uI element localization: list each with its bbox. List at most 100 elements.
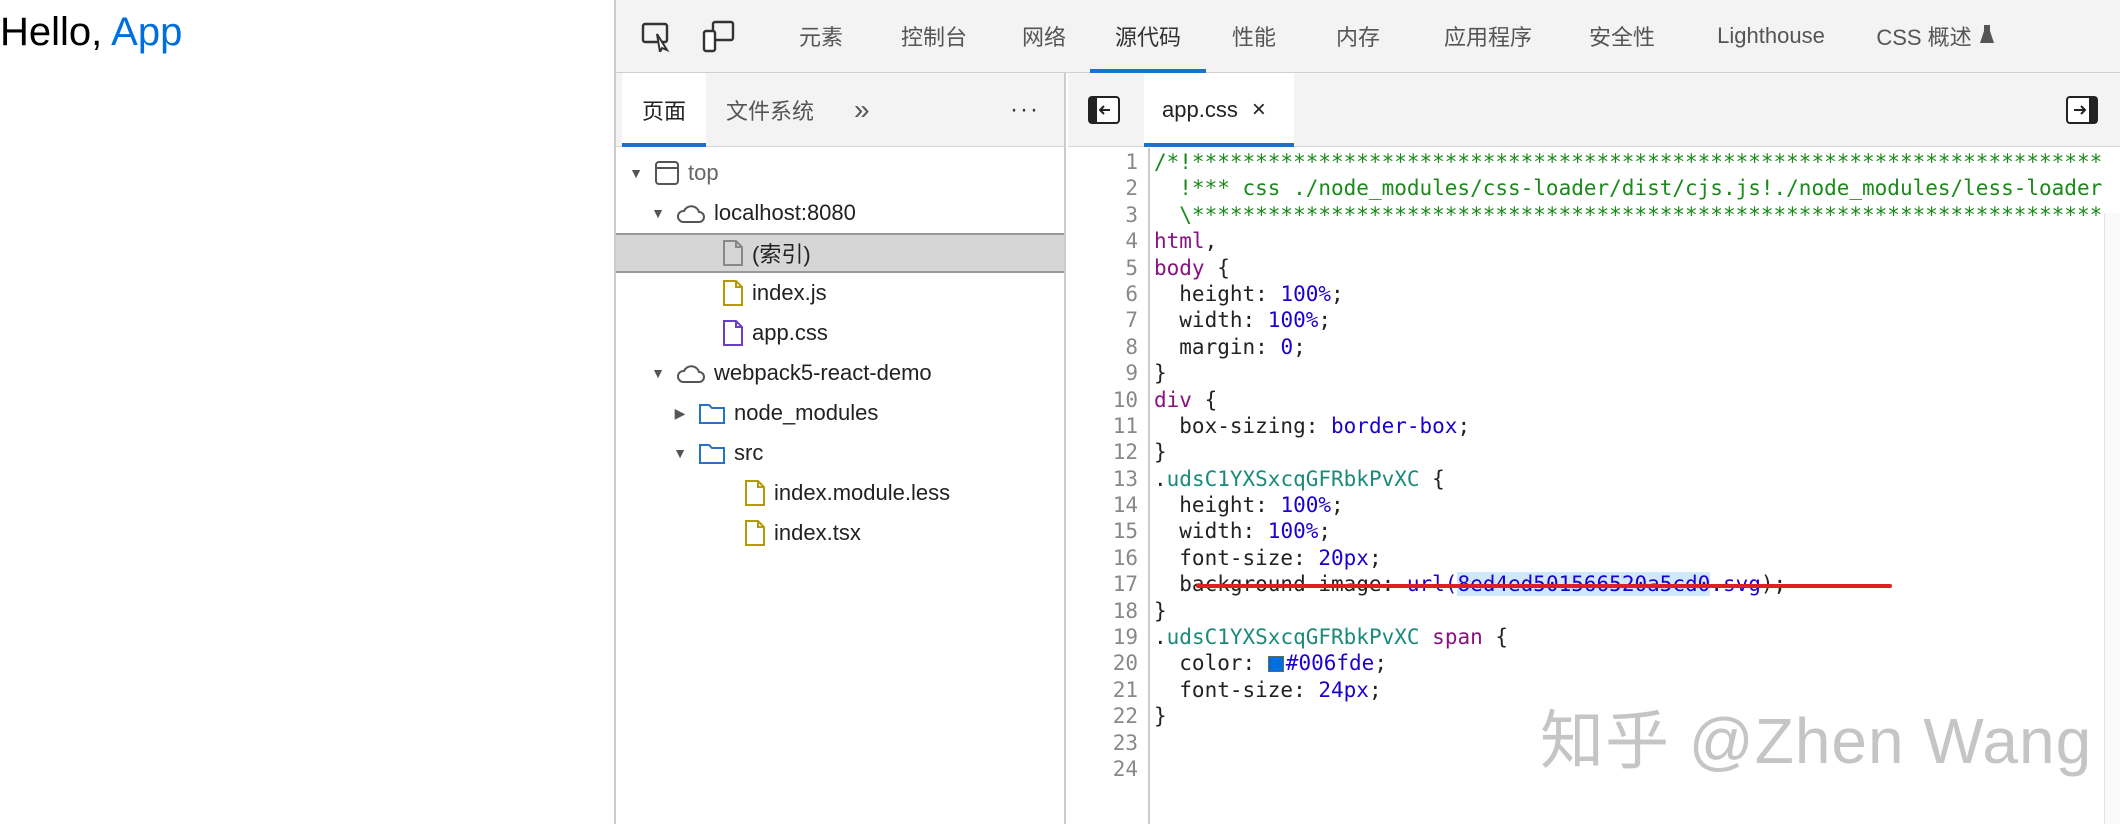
tab-page[interactable]: 页面	[622, 72, 707, 147]
tree-item[interactable]: ▼ webpack5-react-demo	[616, 353, 1064, 393]
navigator-pane: 页面 文件系统 » ··· ▼ top ▼ localhost:8080 (索引) ind…	[616, 72, 1066, 824]
more-tabs-button[interactable]: »	[834, 73, 890, 147]
code-token: /*!*************************************…	[1154, 150, 2104, 174]
app-text: App	[111, 10, 183, 54]
code-token: ;	[1318, 519, 1332, 544]
line-number: 21	[1112, 677, 1138, 702]
code-line: 19 .udsC1YXSxcqGFRbkPvXC span {	[1068, 624, 2104, 650]
line-number: 1	[1125, 150, 1138, 174]
tab-9[interactable]: CSS 概述	[1860, 0, 2010, 73]
tab-6[interactable]: 应用程序	[1414, 0, 1562, 73]
tree-item[interactable]: index.module.less	[616, 473, 1064, 513]
tree-item[interactable]: ▶ node_modules	[616, 393, 1064, 433]
folder-icon	[698, 441, 726, 465]
tab-1[interactable]: 控制台	[870, 0, 998, 73]
cloud-icon	[676, 202, 706, 224]
code-line: 11 box-sizing: border-box;	[1068, 413, 2104, 439]
inspect-element-icon[interactable]	[638, 20, 674, 52]
file-tab-label: app.css	[1162, 96, 1238, 122]
code-token: {	[1482, 625, 1509, 650]
line-number: 3	[1125, 202, 1138, 227]
code-token: div	[1154, 387, 1192, 412]
code-line: 3 \*************************************…	[1068, 202, 2104, 228]
code-token: 100%	[1267, 519, 1319, 544]
line-number: 2	[1125, 176, 1138, 201]
tree-item-label: (索引)	[752, 242, 811, 267]
tree-item[interactable]: app.css	[616, 313, 1064, 353]
code-token: ;	[1318, 308, 1332, 333]
close-tab-icon[interactable]: ×	[1252, 96, 1266, 124]
code-token: width:	[1154, 519, 1268, 544]
code-line: 7 width: 100%;	[1068, 307, 2104, 333]
file-tab-app-css[interactable]: app.css ×	[1144, 72, 1294, 147]
line-number: 24	[1112, 756, 1138, 781]
expanded-triangle-icon[interactable]: ▼	[648, 365, 668, 381]
line-number: 11	[1112, 413, 1138, 438]
code-token: ,	[1204, 229, 1218, 254]
tab-3[interactable]: 源代码	[1090, 0, 1206, 73]
greeting-text: Hello,	[0, 10, 103, 54]
tree-item[interactable]: (索引)	[616, 233, 1064, 273]
experiment-flask-icon	[1979, 23, 1994, 49]
file-icon	[744, 479, 766, 507]
line-number: 8	[1125, 334, 1138, 359]
device-toolbar-icon[interactable]	[700, 19, 736, 53]
code-token: {	[1191, 387, 1218, 412]
tab-0[interactable]: 元素	[772, 0, 870, 73]
tab-7[interactable]: 安全性	[1562, 0, 1682, 73]
editor-scrollbar[interactable]	[2104, 213, 2120, 824]
expanded-triangle-icon[interactable]: ▼	[626, 165, 646, 181]
tree-item[interactable]: ▼ localhost:8080	[616, 193, 1064, 233]
code-token: ;	[1293, 334, 1306, 359]
tab-2[interactable]: 网络	[998, 0, 1090, 73]
code-token: font-size:	[1154, 545, 1319, 570]
code-token: \***************************************…	[1154, 202, 2104, 227]
tree-item-label: src	[734, 440, 764, 465]
code-line: 6 height: 100%;	[1068, 281, 2104, 307]
color-swatch[interactable]	[1267, 656, 1284, 673]
tree-item[interactable]: index.js	[616, 273, 1064, 313]
tree-item-label: localhost:8080	[714, 200, 856, 225]
code-token: margin:	[1154, 334, 1281, 359]
code-line: 15 width: 100%;	[1068, 518, 2104, 544]
watermark: 知乎 @Zhen Wang	[1540, 705, 2093, 777]
more-options-button[interactable]: ···	[1010, 96, 1040, 124]
code-token: {	[1204, 255, 1230, 280]
tree-item[interactable]: ▼ top	[616, 153, 1064, 193]
tree-item[interactable]: index.tsx	[616, 513, 1064, 553]
code-line: 2 !*** css ./node_modules/css-loader/dis…	[1068, 175, 2104, 201]
code-line: 9}	[1068, 360, 2104, 386]
code-token: udsC1YXSxcqGFRbkPvXC	[1166, 625, 1420, 650]
line-number: 6	[1125, 281, 1138, 306]
devtools-toolbar: 元素 控制台 网络 源代码 性能 内存 应用程序 安全性 Lighthouse CSS 概述	[616, 0, 2120, 73]
tab-8[interactable]: Lighthouse	[1682, 0, 1860, 73]
code-token: 24px	[1318, 677, 1369, 702]
expanded-triangle-icon[interactable]: ▼	[648, 205, 668, 221]
file-icon	[744, 519, 766, 547]
code-token: }	[1154, 598, 1167, 623]
tab-4[interactable]: 性能	[1206, 0, 1302, 73]
tree-item[interactable]: ▼ src	[616, 433, 1064, 473]
code-line: 12}	[1068, 439, 2104, 465]
code-token: ;	[1368, 545, 1382, 570]
line-number: 12	[1112, 440, 1138, 465]
code-token: ;	[1331, 281, 1344, 306]
collapsed-triangle-icon[interactable]: ▶	[670, 405, 690, 422]
code-token: }	[1154, 704, 1167, 729]
page-greeting: Hello, App	[0, 10, 182, 55]
line-number: 10	[1112, 387, 1138, 412]
code-token: color:	[1154, 651, 1268, 676]
code-token: body	[1154, 255, 1205, 280]
line-number: 18	[1112, 598, 1138, 623]
tab-5[interactable]: 内存	[1302, 0, 1414, 73]
line-number: 13	[1112, 466, 1138, 491]
tree-item-label: index.module.less	[774, 480, 951, 505]
code-token: ;	[1374, 651, 1387, 676]
line-number: 17	[1112, 572, 1138, 597]
toggle-debugger-icon[interactable]	[2066, 95, 2098, 124]
tab-filesystem[interactable]: 文件系统	[706, 73, 834, 147]
toggle-navigator-icon[interactable]	[1088, 95, 1120, 124]
file-tree: ▼ top ▼ localhost:8080 (索引) index.js app.css ▼ w…	[616, 147, 1064, 553]
line-number: 4	[1125, 229, 1138, 254]
expanded-triangle-icon[interactable]: ▼	[670, 445, 690, 461]
